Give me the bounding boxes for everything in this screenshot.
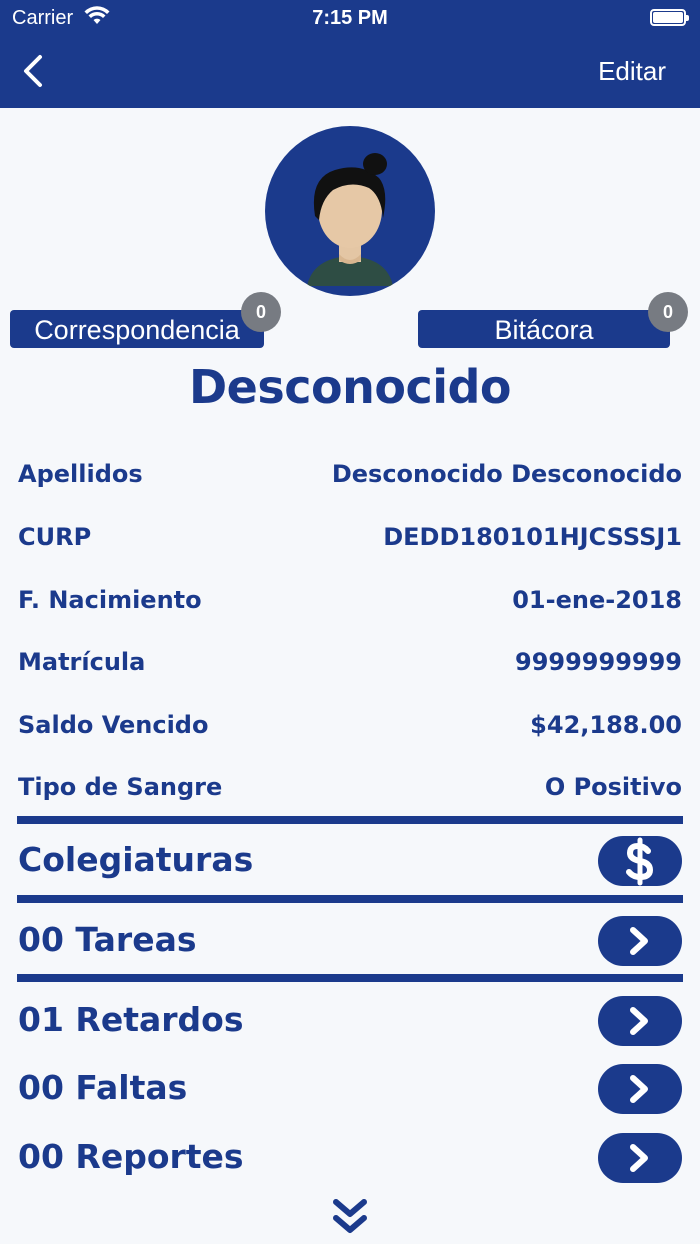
info-row-nacimiento: F. Nacimiento 01-ene-2018 — [18, 586, 682, 626]
section-title: Colegiaturas — [18, 840, 254, 879]
info-label: CURP — [18, 523, 92, 551]
section-reportes[interactable]: 00 Reportes — [18, 1133, 682, 1191]
info-row-curp: CURP DEDD180101HJCSSSJ1 — [18, 523, 682, 563]
dollar-icon — [626, 837, 654, 886]
info-row-sangre: Tipo de Sangre O Positivo — [18, 773, 682, 813]
divider — [17, 974, 683, 982]
info-value: O Positivo — [544, 773, 682, 801]
back-button[interactable] — [18, 54, 48, 88]
navigation-bar: Carrier 7:15 PM Editar — [0, 0, 700, 108]
info-value: 01-ene-2018 — [512, 586, 682, 614]
retardos-button[interactable] — [598, 996, 682, 1046]
chevron-right-icon — [630, 1007, 648, 1035]
bitacora-label: Bitácora — [494, 315, 594, 345]
student-name: Desconocido — [188, 360, 512, 414]
info-label: Apellidos — [18, 460, 143, 488]
info-label: Saldo Vencido — [18, 711, 209, 739]
show-more-button[interactable] — [330, 1196, 370, 1240]
correspondencia-label: Correspondencia — [34, 315, 240, 345]
clock: 7:15 PM — [312, 7, 388, 29]
info-value: 9999999999 — [515, 648, 682, 676]
faltas-button[interactable] — [598, 1064, 682, 1114]
info-row-matricula: Matrícula 9999999999 — [18, 648, 682, 688]
battery-icon — [650, 9, 689, 26]
avatar — [265, 126, 435, 296]
chevron-right-icon — [630, 927, 648, 955]
info-value: $42,188.00 — [530, 711, 682, 739]
info-label: Tipo de Sangre — [18, 773, 223, 801]
reportes-button[interactable] — [598, 1133, 682, 1183]
correspondencia-button[interactable]: Correspondencia — [10, 310, 264, 348]
section-tareas[interactable]: 00 Tareas — [18, 916, 682, 974]
info-value: Desconocido Desconocido — [331, 460, 682, 488]
tareas-button[interactable] — [598, 916, 682, 966]
divider — [17, 895, 683, 903]
double-chevron-down-icon — [333, 1199, 367, 1233]
status-bar: Carrier 7:15 PM — [0, 0, 700, 36]
info-row-apellidos: Apellidos Desconocido Desconocido — [18, 460, 682, 500]
info-value: DEDD180101HJCSSSJ1 — [383, 523, 682, 551]
section-title: 01 Retardos — [18, 1000, 244, 1039]
section-title: 00 Reportes — [18, 1137, 244, 1176]
bitacora-count-badge: 0 — [648, 292, 688, 332]
section-faltas[interactable]: 00 Faltas — [18, 1064, 682, 1122]
chevron-right-icon — [630, 1075, 648, 1103]
bitacora-button[interactable]: Bitácora — [418, 310, 670, 348]
info-label: F. Nacimiento — [18, 586, 202, 614]
colegiaturas-button[interactable] — [598, 836, 682, 886]
section-colegiaturas[interactable]: Colegiaturas — [18, 836, 682, 894]
section-title: 00 Faltas — [18, 1068, 188, 1107]
correspondencia-count-badge: 0 — [241, 292, 281, 332]
edit-button[interactable]: Editar — [598, 56, 666, 87]
section-retardos[interactable]: 01 Retardos — [18, 996, 682, 1054]
section-title: 00 Tareas — [18, 920, 197, 959]
info-label: Matrícula — [18, 648, 146, 676]
chevron-right-icon — [630, 1144, 648, 1172]
chevron-left-icon — [24, 55, 42, 87]
divider — [17, 816, 683, 824]
info-row-saldo: Saldo Vencido $42,188.00 — [18, 711, 682, 751]
